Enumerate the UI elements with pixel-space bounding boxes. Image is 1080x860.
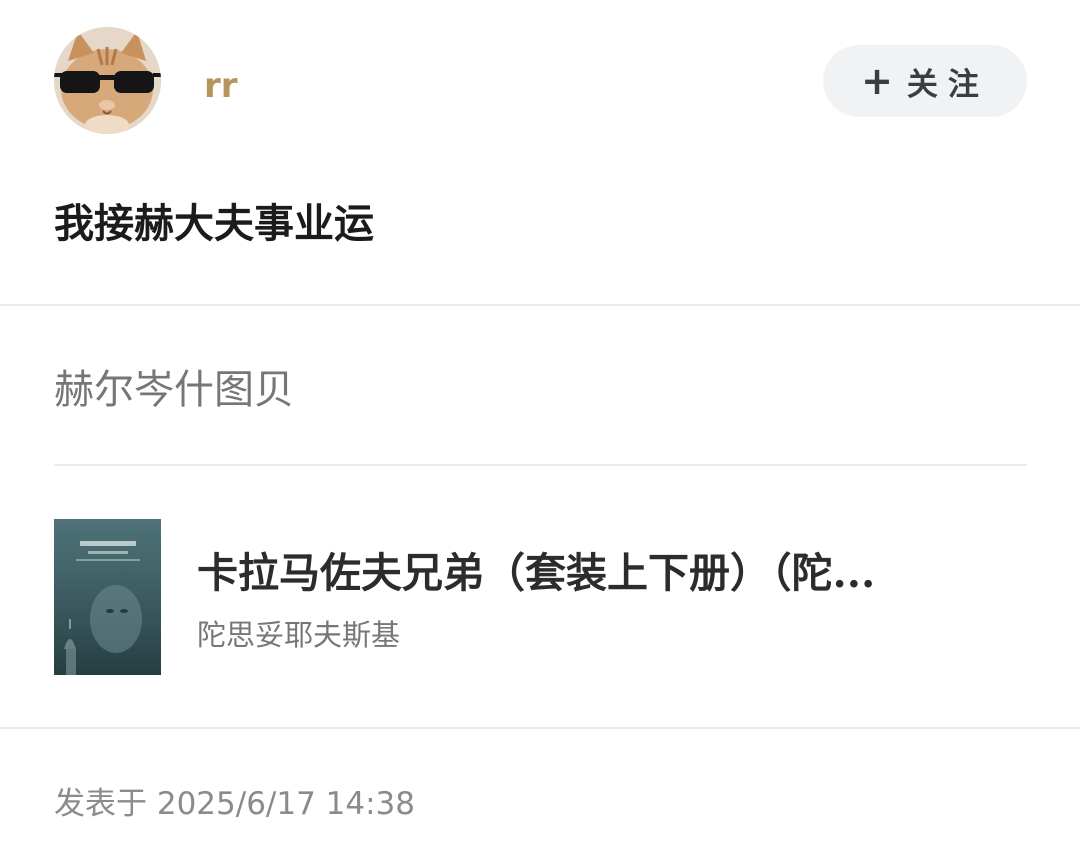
post-title: 我接赫大夫事业运: [54, 201, 374, 247]
avatar[interactable]: [54, 27, 161, 134]
cat-avatar-icon: [54, 27, 161, 134]
divider: [0, 304, 1080, 306]
book-author: 陀思妥耶夫斯基: [197, 618, 401, 652]
book-title: 卡拉马佐夫兄弟（套装上下册）（陀...: [197, 549, 876, 597]
username[interactable]: rr: [204, 60, 238, 112]
topic-link[interactable]: 赫尔岑什图贝: [54, 360, 294, 420]
book-card[interactable]: 卡拉马佐夫兄弟（套装上下册）（陀... 陀思妥耶夫斯基: [54, 519, 1027, 675]
divider: [0, 727, 1080, 729]
post-timestamp: 发表于 2025/6/17 14:38: [54, 786, 415, 822]
divider: [54, 464, 1027, 466]
plus-icon: +: [861, 59, 893, 103]
follow-button[interactable]: + 关注: [823, 45, 1027, 117]
follow-label: 关注: [906, 66, 989, 103]
book-cover-image: [54, 519, 161, 675]
book-cover-icon: [54, 519, 161, 675]
post-header: rr + 关注: [0, 0, 1080, 165]
